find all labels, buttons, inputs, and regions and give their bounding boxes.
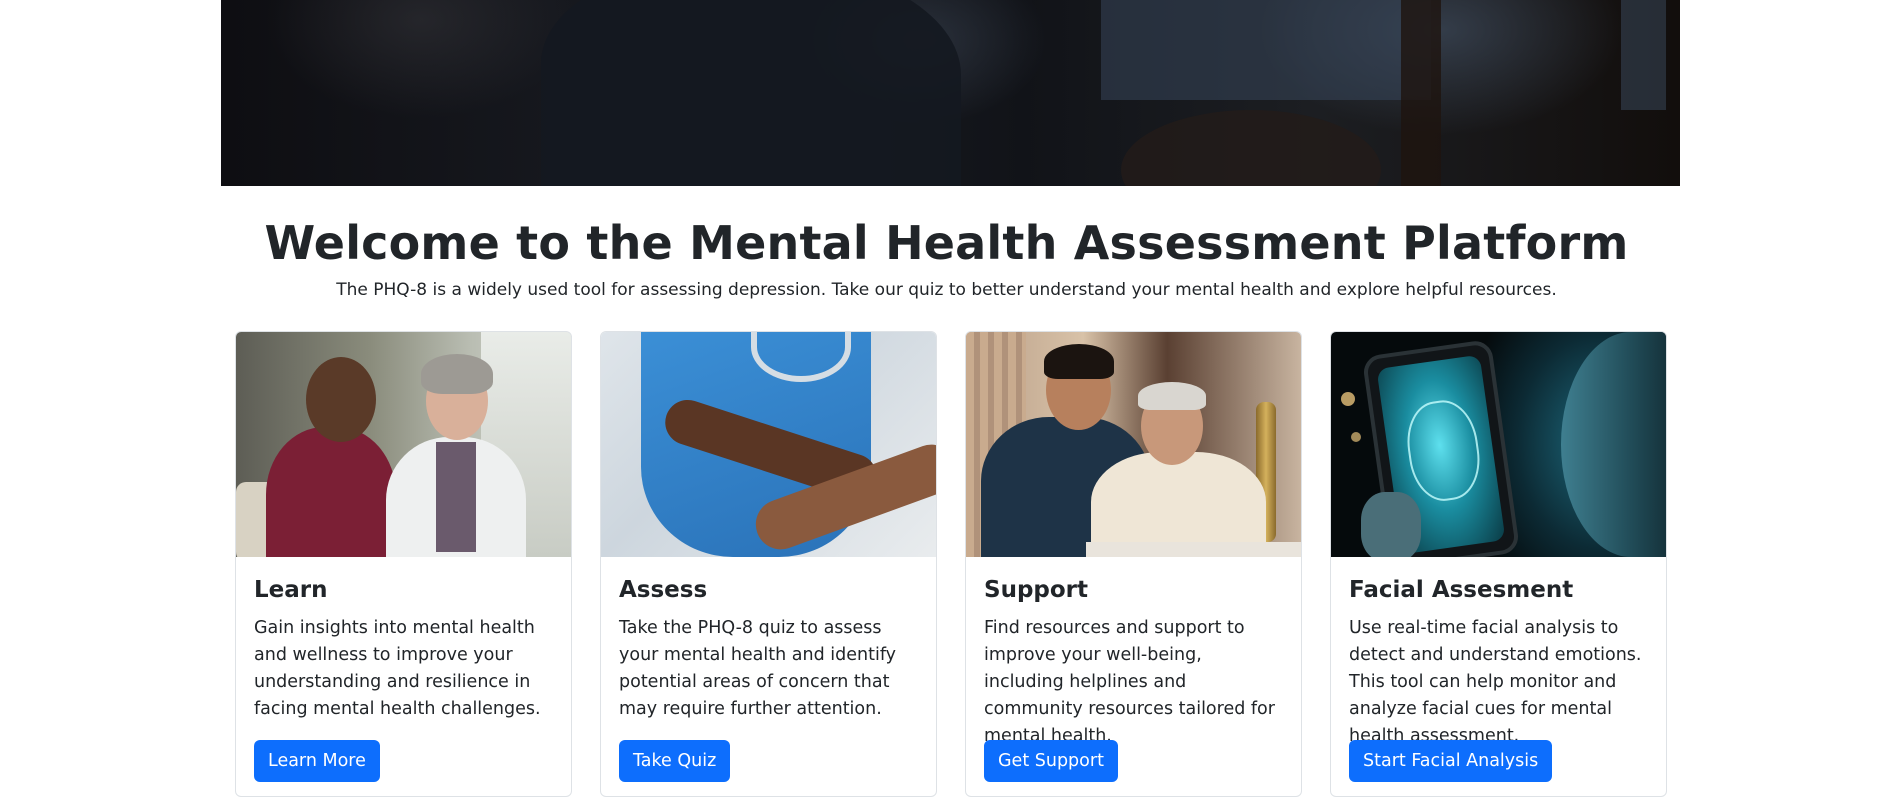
card-facial-assessment-text: Use real-time facial analysis to detect …	[1349, 617, 1642, 746]
start-facial-analysis-button[interactable]: Start Facial Analysis	[1349, 739, 1553, 782]
card-learn-title: Learn	[254, 577, 328, 603]
card-facial-assessment-title: Facial Assesment	[1349, 577, 1574, 603]
card-assess-text: Take the PHQ-8 quiz to assess your menta…	[619, 617, 897, 719]
card-support-text: Find resources and support to improve yo…	[984, 617, 1275, 746]
feature-cards: Learn Gain insights into mental health a…	[235, 331, 1667, 797]
card-facial-assessment: Facial Assesment Use real-time facial an…	[1330, 331, 1667, 797]
card-learn-image	[236, 332, 571, 557]
card-assess: Assess Take the PHQ-8 quiz to assess you…	[600, 331, 937, 797]
card-support-title: Support	[984, 577, 1089, 603]
card-learn: Learn Gain insights into mental health a…	[235, 331, 572, 797]
card-support-image	[966, 332, 1301, 557]
card-learn-text: Gain insights into mental health and wel…	[254, 617, 541, 719]
card-assess-title: Assess	[619, 577, 708, 603]
page-title: Welcome to the Mental Health Assessment …	[264, 216, 1629, 270]
take-quiz-button[interactable]: Take Quiz	[619, 739, 731, 782]
hero-banner-image	[221, 0, 1680, 186]
card-support: Support Find resources and support to im…	[965, 331, 1302, 797]
page-subtitle: The PHQ-8 is a widely used tool for asse…	[336, 280, 1557, 300]
card-facial-assessment-image	[1331, 332, 1666, 557]
card-assess-image	[601, 332, 936, 557]
get-support-button[interactable]: Get Support	[984, 739, 1118, 782]
learn-more-button[interactable]: Learn More	[254, 739, 380, 782]
